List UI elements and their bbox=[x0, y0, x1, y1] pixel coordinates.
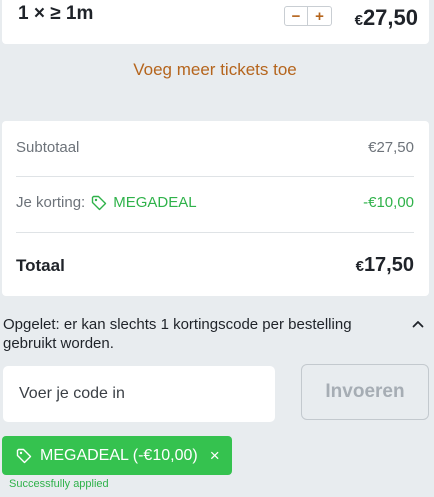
subtotal-label: Subtotaal bbox=[16, 139, 80, 156]
ticket-price: €27,50 bbox=[355, 5, 418, 31]
tag-icon bbox=[91, 195, 107, 211]
chevron-up-icon[interactable] bbox=[410, 316, 426, 332]
total-price: €17,50 bbox=[356, 254, 414, 277]
discount-notice: Opgelet: er kan slechts 1 kortingscode p… bbox=[3, 316, 352, 352]
tag-icon bbox=[16, 448, 32, 464]
decrement-button[interactable]: − bbox=[284, 6, 308, 26]
discount-value: -€10,00 bbox=[363, 194, 414, 211]
discount-label: Je korting: bbox=[16, 194, 86, 211]
subtotal-row: Subtotaal €27,50 bbox=[16, 139, 414, 156]
applied-discount-label: MEGADEAL (-€10,00) bbox=[40, 446, 198, 464]
discount-row: Je korting: MEGADEAL -€10,00 bbox=[16, 194, 414, 211]
discount-code: MEGADEAL bbox=[113, 194, 197, 211]
quantity-stepper[interactable]: − + bbox=[284, 6, 332, 26]
discount-info: Je korting: MEGADEAL bbox=[16, 194, 197, 211]
total-label: Totaal bbox=[16, 255, 65, 275]
ticket-row: 1 × ≥ 1m − + €27,50 bbox=[2, 0, 429, 44]
success-message: Successfully applied bbox=[9, 478, 109, 490]
subtotal-value: €27,50 bbox=[368, 139, 414, 156]
discount-code-input[interactable] bbox=[3, 366, 275, 422]
ticket-price-currency: € bbox=[354, 12, 363, 29]
ticket-quantity-label: 1 × ≥ 1m bbox=[18, 3, 94, 24]
total-value: 17,50 bbox=[363, 254, 414, 276]
total-currency: € bbox=[355, 258, 364, 275]
applied-discount-chip: MEGADEAL (-€10,00) × bbox=[2, 436, 232, 475]
total-row: Totaal €17,50 bbox=[16, 254, 414, 277]
add-more-tickets-link[interactable]: Voeg meer tickets toe bbox=[0, 60, 430, 80]
divider bbox=[16, 232, 414, 233]
divider bbox=[16, 176, 414, 177]
apply-code-button[interactable]: Invoeren bbox=[301, 364, 429, 420]
close-icon[interactable]: × bbox=[210, 446, 220, 466]
order-summary: Subtotaal €27,50 Je korting: MEGADEAL -€… bbox=[2, 121, 429, 296]
ticket-price-value: 27,50 bbox=[362, 5, 418, 30]
increment-button[interactable]: + bbox=[308, 6, 332, 26]
